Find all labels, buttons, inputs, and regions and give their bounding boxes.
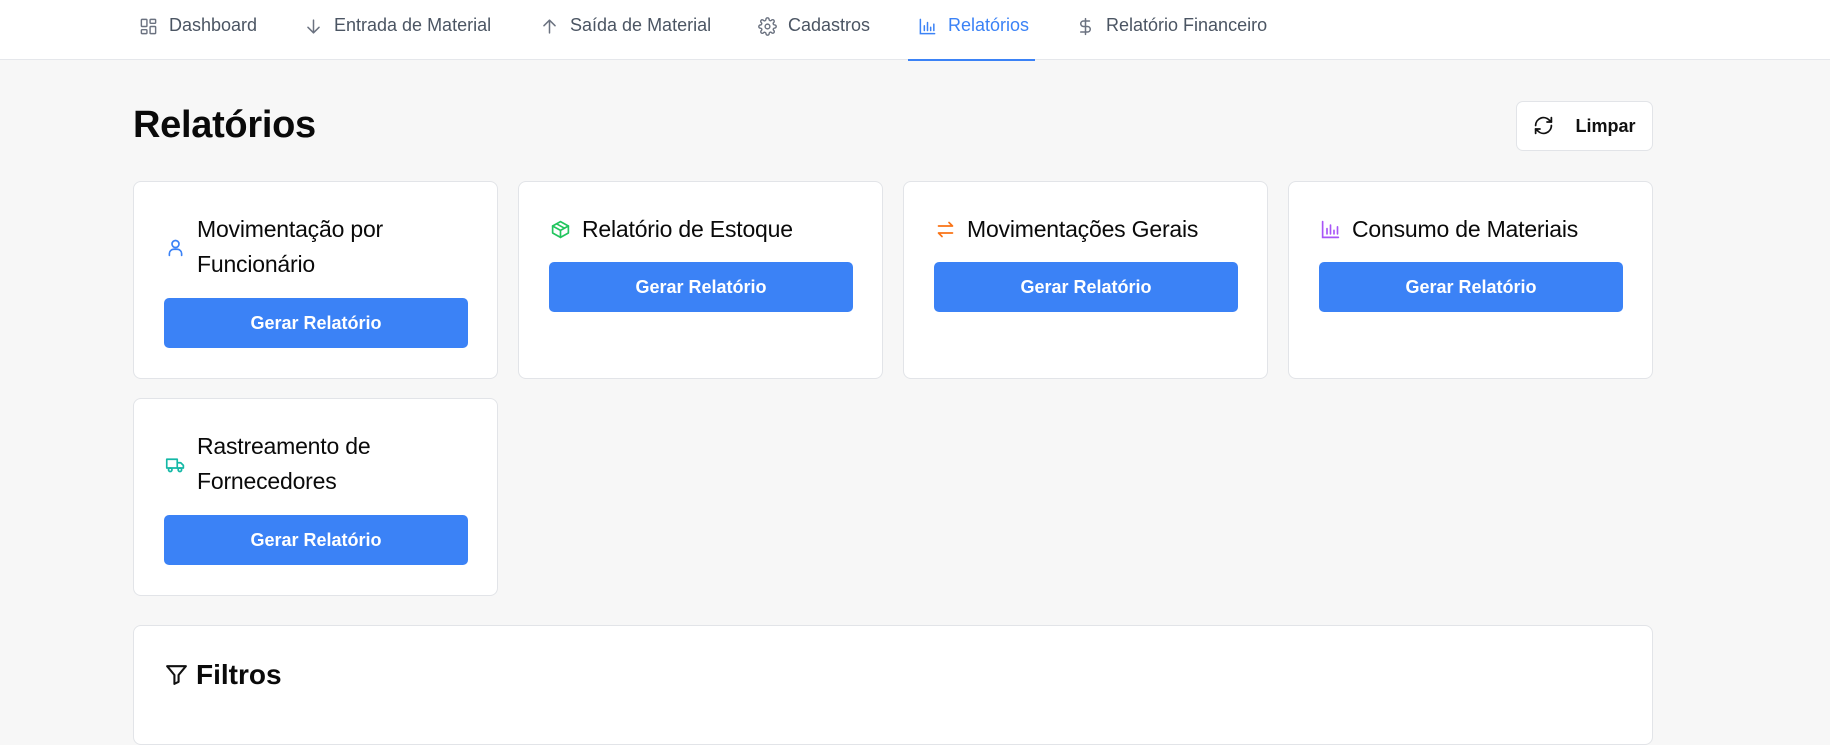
user-icon bbox=[164, 236, 186, 258]
filters-panel: Filtros bbox=[133, 625, 1653, 745]
filter-icon bbox=[164, 662, 190, 688]
arrow-down-icon bbox=[302, 15, 324, 37]
filters-header: Filtros bbox=[164, 659, 282, 691]
generate-report-button[interactable]: Gerar Relatório bbox=[164, 298, 468, 348]
generate-report-button[interactable]: Gerar Relatório bbox=[164, 515, 468, 565]
dashboard-icon bbox=[137, 15, 159, 37]
report-card-estoque: Relatório de Estoque Gerar Relatório bbox=[518, 181, 883, 379]
nav-label: Saída de Material bbox=[570, 15, 712, 35]
nav-item-dashboard[interactable]: Dashboard bbox=[137, 0, 257, 60]
nav-label: Entrada de Material bbox=[334, 15, 492, 35]
arrow-up-icon bbox=[538, 15, 560, 37]
card-header: Relatório de Estoque bbox=[549, 212, 862, 247]
top-navigation: Dashboard Entrada de Material Saída de M… bbox=[0, 0, 1830, 61]
nav-label: Dashboard bbox=[169, 15, 258, 35]
card-title: Rastreamento de Fornecedores bbox=[197, 433, 371, 494]
nav-item-cadastros[interactable]: Cadastros bbox=[756, 0, 870, 60]
report-card-movimentacoes: Movimentações Gerais Gerar Relatório bbox=[903, 181, 1268, 379]
generate-report-button[interactable]: Gerar Relatório bbox=[549, 262, 853, 312]
dollar-icon bbox=[1074, 15, 1096, 37]
bar-chart-icon bbox=[1319, 219, 1341, 241]
card-header: Movimentação por Funcionário bbox=[164, 212, 477, 282]
page-title: Relatórios bbox=[133, 104, 316, 146]
generate-report-button[interactable]: Gerar Relatório bbox=[934, 262, 1238, 312]
nav-item-saida[interactable]: Saída de Material bbox=[538, 0, 711, 60]
generate-report-button[interactable]: Gerar Relatório bbox=[1319, 262, 1623, 312]
report-card-funcionario: Movimentação por Funcionário Gerar Relat… bbox=[133, 181, 498, 379]
card-header: Consumo de Materiais bbox=[1319, 212, 1632, 247]
nav-item-relatorios[interactable]: Relatórios bbox=[907, 0, 1036, 61]
bar-chart-icon bbox=[916, 15, 938, 37]
card-title: Movimentações Gerais bbox=[967, 216, 1199, 242]
truck-icon bbox=[164, 453, 186, 475]
card-header: Movimentações Gerais bbox=[934, 212, 1247, 247]
report-card-fornecedores: Rastreamento de Fornecedores Gerar Relat… bbox=[133, 398, 498, 596]
card-title: Consumo de Materiais bbox=[1352, 216, 1579, 242]
refresh-icon bbox=[1533, 115, 1555, 137]
clear-button-label: Limpar bbox=[1575, 115, 1636, 136]
gear-icon bbox=[756, 15, 778, 37]
card-title: Relatório de Estoque bbox=[582, 216, 793, 242]
package-icon bbox=[549, 219, 571, 241]
nav-label: Cadastros bbox=[788, 15, 871, 35]
swap-arrows-icon bbox=[934, 219, 956, 241]
card-header: Rastreamento de Fornecedores bbox=[164, 429, 477, 499]
nav-label: Relatório Financeiro bbox=[1106, 15, 1268, 35]
filters-title: Filtros bbox=[196, 659, 282, 690]
card-title: Movimentação por Funcionário bbox=[197, 216, 383, 277]
nav-item-entrada[interactable]: Entrada de Material bbox=[302, 0, 491, 60]
clear-button[interactable]: Limpar bbox=[1516, 101, 1653, 151]
nav-item-relatorio-financeiro[interactable]: Relatório Financeiro bbox=[1074, 0, 1267, 60]
report-card-consumo: Consumo de Materiais Gerar Relatório bbox=[1288, 181, 1653, 379]
nav-label: Relatórios bbox=[948, 15, 1030, 35]
